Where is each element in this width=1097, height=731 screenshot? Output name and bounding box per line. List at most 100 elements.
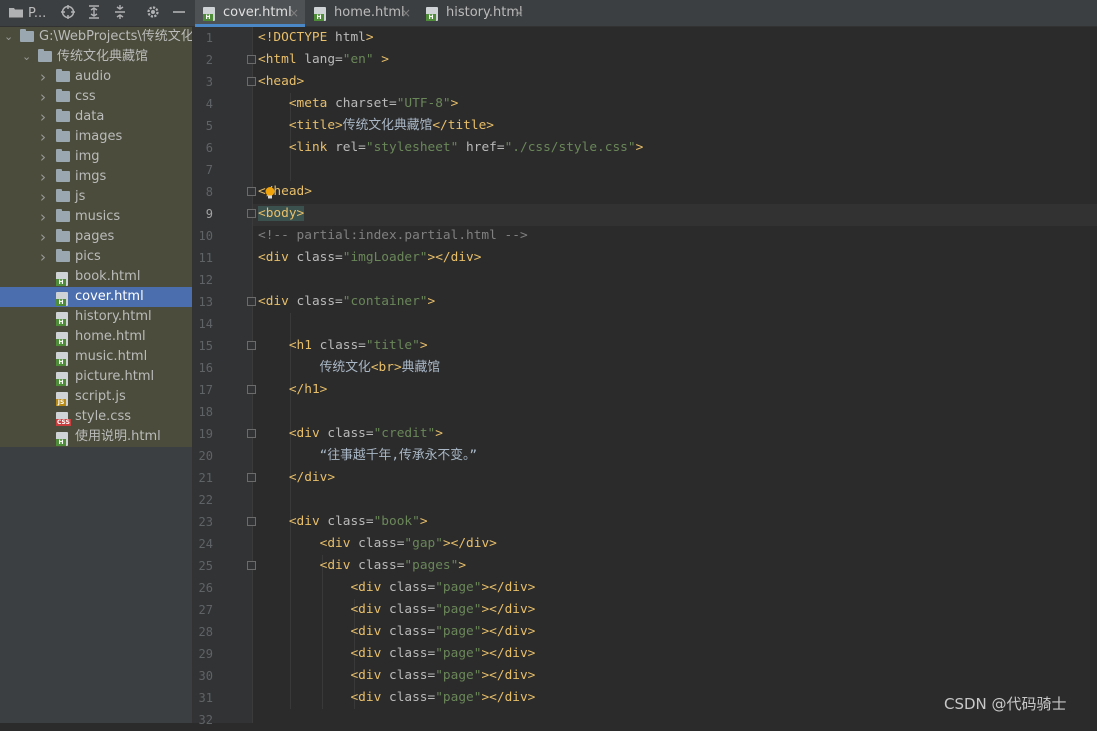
editor-tab[interactable]: Hhome.html × <box>306 0 417 26</box>
code-line[interactable]: <div class="pages"> <box>258 555 466 577</box>
editor-tab[interactable]: Hcover.html × <box>195 0 305 27</box>
chevron-right-icon[interactable]: › <box>40 107 50 127</box>
code-line[interactable]: <h1 class="title"> <box>258 335 428 357</box>
close-icon[interactable]: × <box>514 0 524 26</box>
line-number: 3 <box>205 75 213 89</box>
close-icon[interactable]: × <box>401 0 411 26</box>
minimize-icon[interactable] <box>171 4 189 22</box>
tree-folder[interactable]: › data <box>0 107 192 127</box>
code-line[interactable]: <div class="page"></div> <box>258 643 535 665</box>
tree-folder[interactable]: › audio <box>0 67 192 87</box>
tree-file[interactable]: Hbook.html <box>0 267 192 287</box>
tree-folder[interactable]: › pics <box>0 247 192 267</box>
tree-folder[interactable]: › images <box>0 127 192 147</box>
tree-file[interactable]: Hhistory.html <box>0 307 192 327</box>
gear-icon[interactable] <box>145 4 163 22</box>
code-line[interactable]: <meta charset="UTF-8"> <box>258 93 459 115</box>
fold-marker-icon[interactable] <box>247 385 256 394</box>
tree-file[interactable]: Hhome.html <box>0 327 192 347</box>
fold-marker-icon[interactable] <box>247 473 256 482</box>
tree-file[interactable]: Hcover.html <box>0 287 192 307</box>
code-line[interactable]: <link rel="stylesheet" href="./css/style… <box>258 137 643 159</box>
line-number: 22 <box>198 493 213 507</box>
code-line[interactable]: <div class="page"></div> <box>258 687 535 709</box>
code-token: class= <box>319 338 366 353</box>
code-token: "en" <box>342 52 374 67</box>
close-icon[interactable]: × <box>289 0 299 26</box>
tree-folder[interactable]: › pages <box>0 227 192 247</box>
tree-item-label: css <box>75 89 96 104</box>
chevron-right-icon[interactable]: › <box>40 167 50 187</box>
fold-marker-icon[interactable] <box>247 77 256 86</box>
code-line[interactable]: </div> <box>258 467 335 489</box>
fold-marker-icon[interactable] <box>247 55 256 64</box>
code-line[interactable]: </h1> <box>258 379 328 401</box>
code-line[interactable]: <!-- partial:index.partial.html --> <box>258 225 528 247</box>
chevron-down-icon[interactable]: ⌄ <box>4 27 14 47</box>
code-token: <div <box>350 690 389 705</box>
chevron-right-icon[interactable]: › <box>40 147 50 167</box>
folder-icon <box>56 149 70 163</box>
fold-marker-icon[interactable] <box>247 561 256 570</box>
line-number: 23 <box>198 515 213 529</box>
chevron-right-icon[interactable]: › <box>40 127 50 147</box>
code-line[interactable]: <body> <box>258 203 305 225</box>
code-line[interactable]: 传统文化<br>典藏馆 <box>258 357 440 379</box>
tree-folder[interactable]: › css <box>0 87 192 107</box>
code-line[interactable]: <title>传统文化典藏馆</title> <box>258 115 494 137</box>
chevron-right-icon[interactable]: › <box>40 67 50 87</box>
locate-icon[interactable] <box>60 4 78 22</box>
code-line[interactable]: <html lang="en" > <box>258 49 389 71</box>
tree-item-label: home.html <box>75 329 146 344</box>
code-line[interactable]: <div class="imgLoader"></div> <box>258 247 481 269</box>
expand-all-icon[interactable] <box>86 4 104 22</box>
tree-file[interactable]: Hmusic.html <box>0 347 192 367</box>
code-line[interactable]: <div class="container"> <box>258 291 435 313</box>
tree-file[interactable]: Hpicture.html <box>0 367 192 387</box>
code-line[interactable]: <div class="credit"> <box>258 423 443 445</box>
code-line[interactable]: <div class="page"></div> <box>258 599 535 621</box>
html-file-icon: H <box>56 272 68 286</box>
chevron-down-icon[interactable]: ⌄ <box>22 47 32 67</box>
code-line[interactable]: <div class="page"></div> <box>258 621 535 643</box>
chevron-right-icon[interactable]: › <box>40 207 50 227</box>
project-panel-title[interactable]: P... <box>28 6 46 21</box>
tree-folder[interactable]: › js <box>0 187 192 207</box>
code-line[interactable]: <div class="gap"></div> <box>258 533 497 555</box>
code-line[interactable]: <head> <box>258 71 304 93</box>
collapse-all-icon[interactable] <box>112 4 130 22</box>
folder-icon[interactable] <box>8 4 26 22</box>
editor-tab[interactable]: Hhistory.html × <box>418 0 530 26</box>
code-line[interactable]: <div class="book"> <box>258 511 428 533</box>
tree-folder[interactable]: ⌄ 传统文化典藏馆 <box>0 47 192 67</box>
chevron-right-icon[interactable]: › <box>40 227 50 247</box>
tree-file[interactable]: JS script.js <box>0 387 192 407</box>
code-token: class= <box>388 624 436 639</box>
tab-label: history.html <box>446 5 523 20</box>
fold-marker-icon[interactable] <box>247 429 256 438</box>
chevron-right-icon[interactable]: › <box>40 247 50 267</box>
fold-marker-icon[interactable] <box>247 341 256 350</box>
lightbulb-icon[interactable] <box>263 186 277 200</box>
code-line[interactable]: <!DOCTYPE html> <box>258 27 374 49</box>
tree-file[interactable]: H 使用说明.html <box>0 427 192 447</box>
fold-marker-icon[interactable] <box>247 209 256 218</box>
code-line[interactable]: <div class="page"></div> <box>258 577 535 599</box>
chevron-right-icon[interactable]: › <box>40 87 50 107</box>
fold-marker-icon[interactable] <box>247 297 256 306</box>
code-line[interactable]: <div class="page"></div> <box>258 665 535 687</box>
code-line[interactable]: “往事越千年,传承永不变。” <box>258 445 478 467</box>
line-number: 26 <box>198 581 213 595</box>
tree-folder[interactable]: › imgs <box>0 167 192 187</box>
tree-file[interactable]: CSS style.css <box>0 407 192 427</box>
fold-marker-icon[interactable] <box>247 187 256 196</box>
tree-folder[interactable]: › img <box>0 147 192 167</box>
tree-folder[interactable]: › musics <box>0 207 192 227</box>
fold-marker-icon[interactable] <box>247 517 256 526</box>
chevron-right-icon[interactable]: › <box>40 187 50 207</box>
code-token: <div <box>288 426 328 441</box>
tree-folder[interactable]: ⌄ G:\WebProjects\传统文化典 <box>0 27 192 47</box>
